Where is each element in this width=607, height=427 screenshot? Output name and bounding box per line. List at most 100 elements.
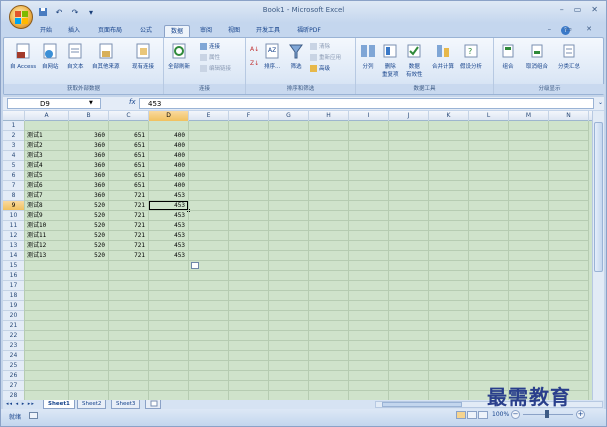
subtotal-button[interactable]: 分类汇总 bbox=[558, 42, 580, 70]
insert-function-button[interactable]: fx bbox=[129, 98, 136, 106]
tab-foxit-pdf[interactable]: 福昕PDF bbox=[291, 25, 327, 37]
select-all-corner[interactable] bbox=[3, 111, 25, 121]
tab-insert[interactable]: 插入 bbox=[63, 25, 85, 37]
formula-input[interactable]: 453 bbox=[139, 98, 594, 109]
row-header-7[interactable]: 7 bbox=[3, 181, 25, 191]
row-header-8[interactable]: 8 bbox=[3, 191, 25, 201]
row-header-25[interactable]: 25 bbox=[3, 361, 25, 371]
name-box-dropdown-icon[interactable]: ▼ bbox=[89, 100, 93, 106]
row-header-4[interactable]: 4 bbox=[3, 151, 25, 161]
column-header-l[interactable]: L bbox=[469, 111, 509, 121]
expand-formula-bar-icon[interactable]: ⌄ bbox=[598, 99, 603, 106]
clear-filter-link[interactable]: 清除 bbox=[310, 42, 330, 50]
normal-view-button[interactable] bbox=[456, 411, 466, 419]
worksheet-grid[interactable]: ABCDEFGHIJKLMN 1 2 3 4 5 6 7 8 9 10 11 12 13 14 15 16 17… bbox=[3, 111, 592, 400]
page-layout-view-button[interactable] bbox=[467, 411, 477, 419]
reapply-link[interactable]: 重新应用 bbox=[310, 53, 341, 61]
zoom-slider-thumb[interactable] bbox=[545, 410, 549, 418]
macro-record-icon[interactable] bbox=[29, 412, 38, 419]
row-header-23[interactable]: 23 bbox=[3, 341, 25, 351]
office-button[interactable] bbox=[9, 5, 33, 29]
row-header-19[interactable]: 19 bbox=[3, 301, 25, 311]
tab-review[interactable]: 审阅 bbox=[195, 25, 217, 37]
column-header-a[interactable]: A bbox=[25, 111, 69, 121]
workbook-window-controls[interactable]: – ▭ ✕ bbox=[548, 25, 598, 33]
zoom-in-button[interactable]: + bbox=[576, 410, 585, 419]
tab-developer[interactable]: 开发工具 bbox=[251, 25, 285, 37]
row-header-3[interactable]: 3 bbox=[3, 141, 25, 151]
advanced-filter-link[interactable]: 高级 bbox=[310, 64, 330, 72]
sort-za-button[interactable]: Z↓ bbox=[250, 60, 259, 67]
column-header-i[interactable]: I bbox=[349, 111, 389, 121]
from-access-button[interactable]: 自 Access bbox=[10, 42, 36, 70]
row-header-27[interactable]: 27 bbox=[3, 381, 25, 391]
row-header-17[interactable]: 17 bbox=[3, 281, 25, 291]
row-header-18[interactable]: 18 bbox=[3, 291, 25, 301]
row-header-14[interactable]: 14 bbox=[3, 251, 25, 261]
sort-button[interactable]: AZ 排序... bbox=[264, 42, 280, 70]
column-header-n[interactable]: N bbox=[549, 111, 589, 121]
row-header-13[interactable]: 13 bbox=[3, 241, 25, 251]
existing-connections-button[interactable]: 现有连接 bbox=[132, 42, 154, 70]
name-box[interactable]: D9 bbox=[7, 98, 101, 109]
row-header-2[interactable]: 2 bbox=[3, 131, 25, 141]
tab-home[interactable]: 开始 bbox=[35, 25, 57, 37]
insert-sheet-tab[interactable] bbox=[145, 400, 161, 409]
row-header-20[interactable]: 20 bbox=[3, 311, 25, 321]
edit-links-link[interactable]: 编辑链接 bbox=[200, 64, 231, 72]
restore-button[interactable]: ▭ bbox=[574, 5, 582, 14]
zoom-out-button[interactable]: − bbox=[511, 410, 520, 419]
row-header-6[interactable]: 6 bbox=[3, 171, 25, 181]
column-header-e[interactable]: E bbox=[189, 111, 229, 121]
column-header-m[interactable]: M bbox=[509, 111, 549, 121]
vertical-scrollbar[interactable] bbox=[592, 111, 604, 400]
row-header-1[interactable]: 1 bbox=[3, 121, 25, 131]
row-header-26[interactable]: 26 bbox=[3, 371, 25, 381]
row-header-15[interactable]: 15 bbox=[3, 261, 25, 271]
remove-duplicates-button[interactable]: 删除 重复项 bbox=[382, 42, 399, 78]
row-header-12[interactable]: 12 bbox=[3, 231, 25, 241]
tab-view[interactable]: 视图 bbox=[223, 25, 245, 37]
tab-data[interactable]: 数据 bbox=[164, 25, 190, 37]
zoom-level[interactable]: 100% bbox=[492, 411, 509, 418]
vertical-scroll-thumb[interactable] bbox=[594, 122, 603, 272]
sheet-nav-buttons[interactable]: ◂◂ ◂ ▸ ▸▸ bbox=[6, 400, 35, 409]
from-web-button[interactable]: 自网站 bbox=[42, 42, 59, 70]
properties-link[interactable]: 属性 bbox=[200, 53, 220, 61]
minimize-button[interactable]: – bbox=[560, 5, 564, 14]
group-button[interactable]: 组合 bbox=[500, 42, 516, 70]
data-validation-button[interactable]: 数据 有效性 bbox=[406, 42, 423, 78]
from-text-button[interactable]: 自文本 bbox=[67, 42, 84, 70]
consolidate-button[interactable]: 合并计算 bbox=[432, 42, 454, 70]
column-header-g[interactable]: G bbox=[269, 111, 309, 121]
column-header-c[interactable]: C bbox=[109, 111, 149, 121]
row-header-28[interactable]: 28 bbox=[3, 391, 25, 400]
column-header-b[interactable]: B bbox=[69, 111, 109, 121]
filter-button[interactable]: 筛选 bbox=[288, 42, 304, 70]
auto-fill-options-icon[interactable] bbox=[191, 262, 199, 269]
tab-formulas[interactable]: 公式 bbox=[135, 25, 157, 37]
tab-page-layout[interactable]: 页面布局 bbox=[91, 25, 129, 37]
sheet-tab-1[interactable]: Sheet1 bbox=[43, 400, 75, 409]
text-to-columns-button[interactable]: 分列 bbox=[360, 42, 376, 70]
row-header-11[interactable]: 11 bbox=[3, 221, 25, 231]
sort-az-button[interactable]: A↓ bbox=[250, 46, 259, 53]
row-header-16[interactable]: 16 bbox=[3, 271, 25, 281]
column-header-j[interactable]: J bbox=[389, 111, 429, 121]
row-header-21[interactable]: 21 bbox=[3, 321, 25, 331]
row-header-24[interactable]: 24 bbox=[3, 351, 25, 361]
row-header-22[interactable]: 22 bbox=[3, 331, 25, 341]
column-header-d[interactable]: D bbox=[149, 111, 189, 121]
what-if-analysis-button[interactable]: ? 假设分析 bbox=[460, 42, 482, 70]
row-header-5[interactable]: 5 bbox=[3, 161, 25, 171]
column-header-k[interactable]: K bbox=[429, 111, 469, 121]
row-header-9[interactable]: 9 bbox=[3, 201, 25, 211]
horizontal-scroll-thumb[interactable] bbox=[382, 402, 462, 407]
sheet-tab-2[interactable]: Sheet2 bbox=[77, 400, 107, 409]
page-break-view-button[interactable] bbox=[478, 411, 488, 419]
sheet-tab-3[interactable]: Sheet3 bbox=[111, 400, 141, 409]
column-header-h[interactable]: H bbox=[309, 111, 349, 121]
ungroup-button[interactable]: 取消组合 bbox=[526, 42, 548, 70]
from-other-sources-button[interactable]: 自其他来源 bbox=[92, 42, 120, 70]
connections-link[interactable]: 连接 bbox=[200, 42, 220, 50]
